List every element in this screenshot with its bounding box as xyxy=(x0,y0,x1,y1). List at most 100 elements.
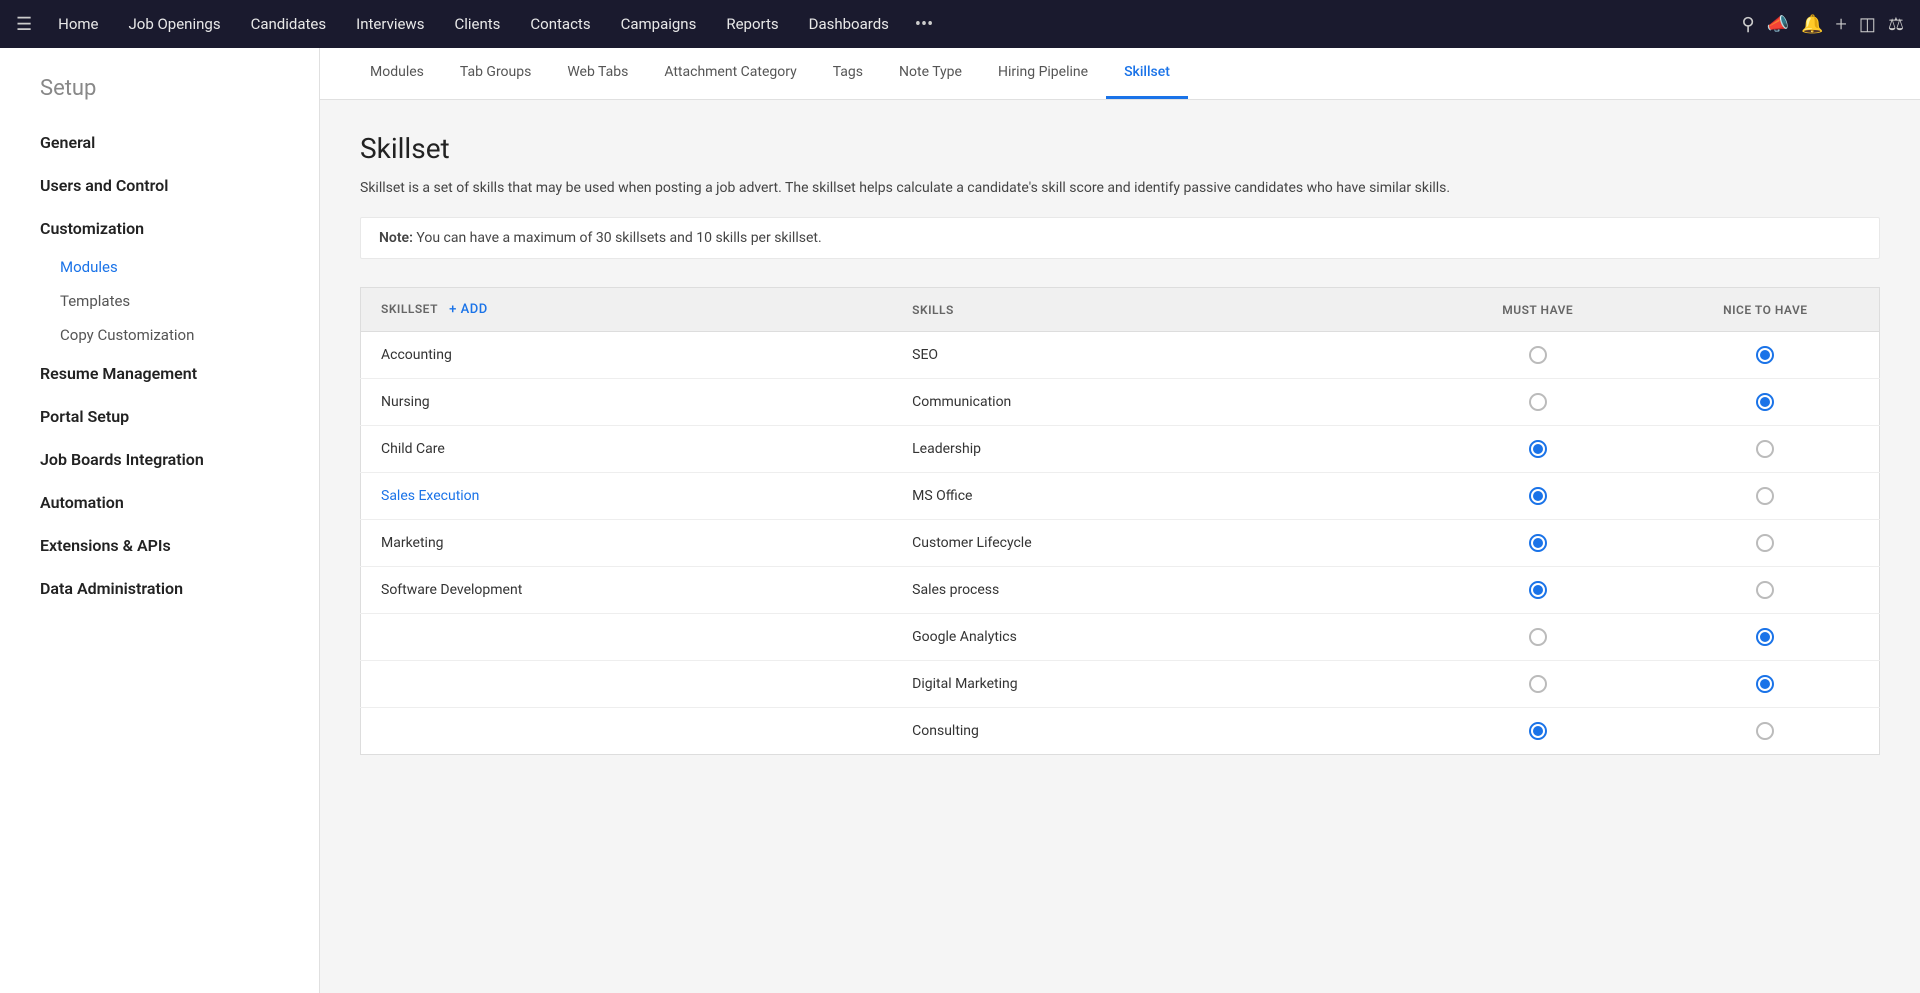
nav-candidates[interactable]: Candidates xyxy=(237,7,341,41)
nice-to-have-communication xyxy=(1652,379,1880,426)
th-skills: SKILLS xyxy=(892,288,1424,332)
table-row: Google Analytics xyxy=(361,614,1880,661)
tab-tab-groups[interactable]: Tab Groups xyxy=(442,48,549,99)
nav-more-icon[interactable]: ••• xyxy=(905,6,943,43)
grid-icon[interactable]: ◫ xyxy=(1859,14,1876,35)
nav-action-icons: ⚲ 📣 🔔 + ◫ ⚖ xyxy=(1742,12,1905,36)
must-have-radio-google-analytics[interactable] xyxy=(1529,628,1547,646)
table-row: Nursing Communication xyxy=(361,379,1880,426)
skillset-name-empty-3 xyxy=(361,708,893,755)
nice-to-have-radio-seo[interactable] xyxy=(1756,346,1774,364)
must-have-ms-office xyxy=(1424,473,1652,520)
page-note: Note: You can have a maximum of 30 skill… xyxy=(360,217,1880,259)
must-have-leadership xyxy=(1424,426,1652,473)
megaphone-icon[interactable]: 📣 xyxy=(1767,14,1789,35)
nice-to-have-radio-customer-lifecycle[interactable] xyxy=(1756,534,1774,552)
sidebar-item-customization[interactable]: Customization xyxy=(0,207,319,250)
skillset-name-sales-execution: Sales Execution xyxy=(361,473,893,520)
sidebar-item-users-control[interactable]: Users and Control xyxy=(0,164,319,207)
sidebar-item-modules[interactable]: Modules xyxy=(0,250,319,284)
nav-clients[interactable]: Clients xyxy=(440,7,514,41)
sidebar-item-copy-customization[interactable]: Copy Customization xyxy=(0,318,319,352)
sidebar-item-portal-setup[interactable]: Portal Setup xyxy=(0,395,319,438)
must-have-radio-communication[interactable] xyxy=(1529,393,1547,411)
nav-campaigns[interactable]: Campaigns xyxy=(607,7,711,41)
sidebar-item-automation[interactable]: Automation xyxy=(0,481,319,524)
nice-to-have-ms-office xyxy=(1652,473,1880,520)
nice-to-have-sales-process xyxy=(1652,567,1880,614)
skill-customer-lifecycle: Customer Lifecycle xyxy=(892,520,1424,567)
sidebar-item-templates[interactable]: Templates xyxy=(0,284,319,318)
must-have-radio-leadership[interactable] xyxy=(1529,440,1547,458)
nice-to-have-customer-lifecycle xyxy=(1652,520,1880,567)
skillset-name-marketing: Marketing xyxy=(361,520,893,567)
must-have-radio-sales-process[interactable] xyxy=(1529,581,1547,599)
tab-tags[interactable]: Tags xyxy=(815,48,881,99)
nice-to-have-radio-sales-process[interactable] xyxy=(1756,581,1774,599)
plus-icon[interactable]: + xyxy=(1836,12,1847,36)
table-row: Child Care Leadership xyxy=(361,426,1880,473)
must-have-radio-consulting[interactable] xyxy=(1529,722,1547,740)
sidebar-item-extensions-apis[interactable]: Extensions & APIs xyxy=(0,524,319,567)
sidebar-item-data-administration[interactable]: Data Administration xyxy=(0,567,319,610)
tab-note-type[interactable]: Note Type xyxy=(881,48,980,99)
skillset-table: SKILLSET + Add SKILLS MUST HAVE NICE TO … xyxy=(360,287,1880,755)
nice-to-have-consulting xyxy=(1652,708,1880,755)
nice-to-have-digital-marketing xyxy=(1652,661,1880,708)
nav-interviews[interactable]: Interviews xyxy=(342,7,438,41)
tab-attachment-category[interactable]: Attachment Category xyxy=(646,48,814,99)
table-row: Sales Execution MS Office xyxy=(361,473,1880,520)
nice-to-have-radio-leadership[interactable] xyxy=(1756,440,1774,458)
nice-to-have-radio-communication[interactable] xyxy=(1756,393,1774,411)
note-label: Note: xyxy=(379,230,413,246)
sales-execution-link[interactable]: Sales Execution xyxy=(381,488,479,504)
sidebar-title: Setup xyxy=(0,76,319,121)
skill-leadership: Leadership xyxy=(892,426,1424,473)
must-have-radio-digital-marketing[interactable] xyxy=(1529,675,1547,693)
tab-modules[interactable]: Modules xyxy=(352,48,442,99)
skillset-name-child-care: Child Care xyxy=(361,426,893,473)
main-layout: Setup General Users and Control Customiz… xyxy=(0,48,1920,993)
menu-icon[interactable]: ☰ xyxy=(16,14,32,35)
skill-communication: Communication xyxy=(892,379,1424,426)
nav-dashboards[interactable]: Dashboards xyxy=(795,7,903,41)
table-body: Accounting SEO xyxy=(361,332,1880,755)
nav-items: Home Job Openings Candidates Interviews … xyxy=(44,6,1737,43)
nice-to-have-leadership xyxy=(1652,426,1880,473)
nice-to-have-radio-consulting[interactable] xyxy=(1756,722,1774,740)
sidebar-item-job-boards[interactable]: Job Boards Integration xyxy=(0,438,319,481)
main-content: Modules Tab Groups Web Tabs Attachment C… xyxy=(320,48,1920,993)
sidebar-item-resume-management[interactable]: Resume Management xyxy=(0,352,319,395)
th-must-have: MUST HAVE xyxy=(1424,288,1652,332)
skillset-name-nursing: Nursing xyxy=(361,379,893,426)
skill-seo: SEO xyxy=(892,332,1424,379)
sidebar-item-general[interactable]: General xyxy=(0,121,319,164)
nav-reports[interactable]: Reports xyxy=(712,7,792,41)
skill-sales-process: Sales process xyxy=(892,567,1424,614)
nice-to-have-seo xyxy=(1652,332,1880,379)
nav-contacts[interactable]: Contacts xyxy=(516,7,604,41)
search-icon[interactable]: ⚲ xyxy=(1742,14,1755,35)
must-have-sales-process xyxy=(1424,567,1652,614)
tab-web-tabs[interactable]: Web Tabs xyxy=(549,48,646,99)
tab-bar: Modules Tab Groups Web Tabs Attachment C… xyxy=(320,48,1920,100)
must-have-radio-seo[interactable] xyxy=(1529,346,1547,364)
th-nice-to-have: NICE TO HAVE xyxy=(1652,288,1880,332)
must-have-radio-container xyxy=(1444,346,1632,364)
page-title: Skillset xyxy=(360,132,1880,165)
wrench-icon[interactable]: ⚖ xyxy=(1888,14,1904,35)
bell-icon[interactable]: 🔔 xyxy=(1801,14,1823,35)
nice-to-have-radio-ms-office[interactable] xyxy=(1756,487,1774,505)
table-row: Accounting SEO xyxy=(361,332,1880,379)
tab-skillset[interactable]: Skillset xyxy=(1106,48,1188,99)
add-skillset-button[interactable]: + Add xyxy=(449,302,488,317)
nice-to-have-radio-google-analytics[interactable] xyxy=(1756,628,1774,646)
nav-home[interactable]: Home xyxy=(44,7,112,41)
top-navigation: ☰ Home Job Openings Candidates Interview… xyxy=(0,0,1920,48)
nice-to-have-radio-digital-marketing[interactable] xyxy=(1756,675,1774,693)
tab-hiring-pipeline[interactable]: Hiring Pipeline xyxy=(980,48,1106,99)
must-have-radio-customer-lifecycle[interactable] xyxy=(1529,534,1547,552)
nav-job-openings[interactable]: Job Openings xyxy=(115,7,235,41)
must-have-radio-ms-office[interactable] xyxy=(1529,487,1547,505)
nice-to-have-google-analytics xyxy=(1652,614,1880,661)
